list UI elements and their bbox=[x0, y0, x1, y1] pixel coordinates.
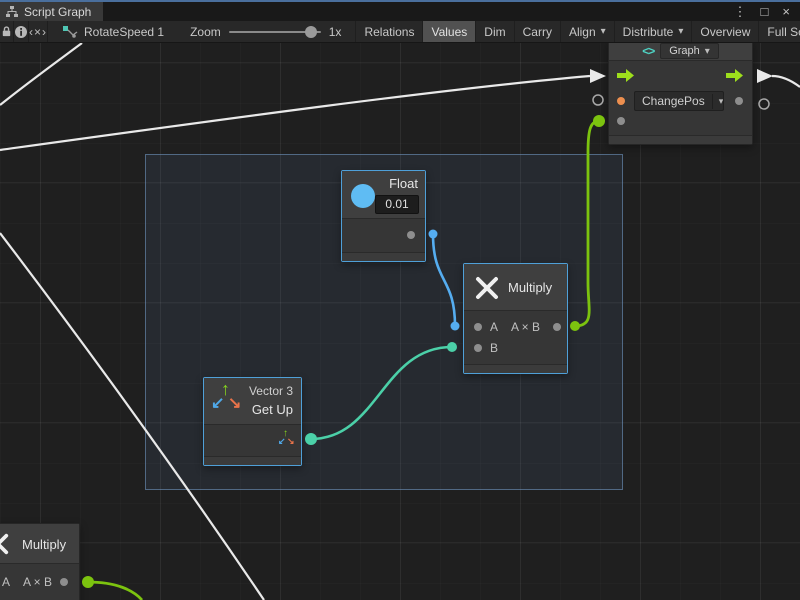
window-controls: ⋮ □ × bbox=[734, 2, 800, 21]
align-button[interactable]: Align▾ bbox=[560, 21, 614, 43]
chevron-down-icon: ▾ bbox=[712, 94, 724, 109]
multiply-icon bbox=[474, 275, 500, 301]
port-a-label: A bbox=[2, 576, 10, 588]
tab-bar: Script Graph ⋮ □ × bbox=[0, 2, 800, 21]
value-output-port[interactable] bbox=[735, 97, 743, 105]
flow-arrowhead-left bbox=[590, 69, 606, 83]
float-value-input[interactable]: 0.01 bbox=[375, 195, 419, 214]
graph-glyph-icon: <> bbox=[642, 44, 654, 58]
node-header: Float 0.01 bbox=[342, 171, 425, 219]
node-type-label: Vector 3 bbox=[249, 384, 293, 398]
script-graph-window: { "window": { "tab_title": "Script Graph… bbox=[0, 0, 800, 600]
node-footer bbox=[609, 135, 752, 144]
node-graph-changepos[interactable]: <> Graph ▾ ChangePos ▾ bbox=[608, 43, 753, 145]
port-circle-right[interactable] bbox=[759, 99, 769, 109]
zoom-control: Zoom 1x bbox=[190, 25, 341, 39]
node-footer bbox=[464, 364, 567, 373]
chevron-down-icon: ▾ bbox=[601, 26, 606, 37]
code-view-button[interactable]: ‹×› bbox=[29, 21, 48, 43]
node-multiply[interactable]: Multiply A A × B B bbox=[463, 263, 568, 374]
toolbar-buttons: Relations Values Dim Carry Align▾ Distri… bbox=[355, 21, 800, 43]
tab-title: Script Graph bbox=[24, 5, 91, 19]
lock-icon bbox=[0, 25, 13, 38]
flow-input-arrow-icon[interactable] bbox=[617, 69, 635, 82]
value-input-port[interactable] bbox=[617, 97, 625, 105]
zoom-label: Zoom bbox=[190, 25, 221, 39]
port-out-dot[interactable] bbox=[553, 323, 561, 331]
node-title: Multiply bbox=[508, 280, 552, 295]
wire-white-to-graph-input bbox=[0, 76, 590, 150]
wire-endpoint bbox=[593, 115, 605, 127]
float-output-port[interactable] bbox=[407, 231, 415, 239]
breadcrumb-label: RotateSpeed 1 bbox=[84, 25, 164, 39]
overview-button[interactable]: Overview bbox=[691, 21, 758, 43]
node-header: Multiply bbox=[464, 264, 567, 311]
wire-white-topleft bbox=[0, 43, 82, 105]
port-out-label: A × B bbox=[23, 576, 52, 588]
wire-endpoint bbox=[82, 576, 94, 588]
code-icon: ‹×› bbox=[29, 25, 47, 39]
graph-dropdown[interactable]: Graph ▾ bbox=[660, 43, 719, 59]
port-out-label: A × B bbox=[511, 321, 540, 333]
node-title: Multiply bbox=[22, 537, 66, 552]
node-multiply-2[interactable]: Multiply A A × B bbox=[0, 523, 80, 600]
lock-button[interactable] bbox=[0, 21, 14, 43]
fullscreen-button[interactable]: Full Screen bbox=[758, 21, 800, 43]
vector3-icon: ↑ ↙ ↘ bbox=[210, 382, 244, 422]
node-vector3-getup[interactable]: ↑ ↙ ↘ Vector 3 Get Up ↑ ↙ ↘ bbox=[203, 377, 302, 466]
node-footer bbox=[204, 456, 301, 465]
port-a-dot[interactable] bbox=[474, 323, 482, 331]
node-footer bbox=[342, 252, 425, 261]
window-menu-icon[interactable]: ⋮ bbox=[734, 4, 747, 20]
vector3-output-icon[interactable]: ↑ ↙ ↘ bbox=[278, 430, 294, 448]
dim-button[interactable]: Dim bbox=[475, 21, 513, 43]
port-circle-left[interactable] bbox=[593, 95, 603, 105]
multiply-icon bbox=[0, 532, 10, 556]
port-b-label: B bbox=[490, 342, 498, 354]
node-float[interactable]: Float 0.01 bbox=[341, 170, 426, 262]
port-out-dot[interactable] bbox=[60, 578, 68, 586]
zoom-value: 1x bbox=[329, 25, 342, 39]
wire-white-from-graph-output bbox=[772, 76, 800, 87]
port-a-label: A bbox=[490, 321, 498, 333]
flow-arrowhead-right bbox=[757, 69, 773, 83]
changepos-dropdown[interactable]: ChangePos ▾ bbox=[634, 91, 724, 111]
node-header: ↑ ↙ ↘ Vector 3 Get Up bbox=[204, 378, 301, 425]
script-graph-icon bbox=[62, 25, 78, 39]
float-icon bbox=[351, 184, 375, 208]
relations-button[interactable]: Relations bbox=[355, 21, 422, 43]
graph-toolbar: ‹×› RotateSpeed 1 Zoom 1x Relations Valu… bbox=[0, 21, 800, 43]
close-icon[interactable]: × bbox=[782, 4, 790, 19]
node-header: <> Graph ▾ bbox=[609, 43, 752, 61]
distribute-button[interactable]: Distribute▾ bbox=[614, 21, 692, 43]
info-button[interactable] bbox=[14, 21, 29, 43]
graph-breadcrumb[interactable]: RotateSpeed 1 bbox=[62, 25, 164, 39]
window-focus-accent bbox=[0, 0, 800, 2]
node-title: Get Up bbox=[252, 402, 293, 417]
node-header: Multiply bbox=[0, 524, 79, 564]
chevron-down-icon: ▾ bbox=[678, 26, 683, 37]
flow-output-arrow-icon[interactable] bbox=[726, 69, 744, 82]
maximize-icon[interactable]: □ bbox=[761, 4, 769, 19]
carry-button[interactable]: Carry bbox=[514, 21, 560, 43]
values-button[interactable]: Values bbox=[422, 21, 475, 43]
graph-canvas[interactable]: <> Graph ▾ ChangePos ▾ Float 0.01 bbox=[0, 43, 800, 600]
info-icon bbox=[14, 25, 28, 39]
chevron-down-icon: ▾ bbox=[705, 46, 710, 57]
hierarchy-icon bbox=[6, 6, 18, 18]
wire-multiply2-output bbox=[88, 582, 142, 600]
value-input-port-2[interactable] bbox=[617, 117, 625, 125]
tab-script-graph[interactable]: Script Graph bbox=[0, 2, 103, 21]
port-b-dot[interactable] bbox=[474, 344, 482, 352]
zoom-slider[interactable] bbox=[229, 31, 321, 33]
node-title: Float bbox=[389, 176, 418, 191]
zoom-slider-handle[interactable] bbox=[305, 26, 317, 38]
